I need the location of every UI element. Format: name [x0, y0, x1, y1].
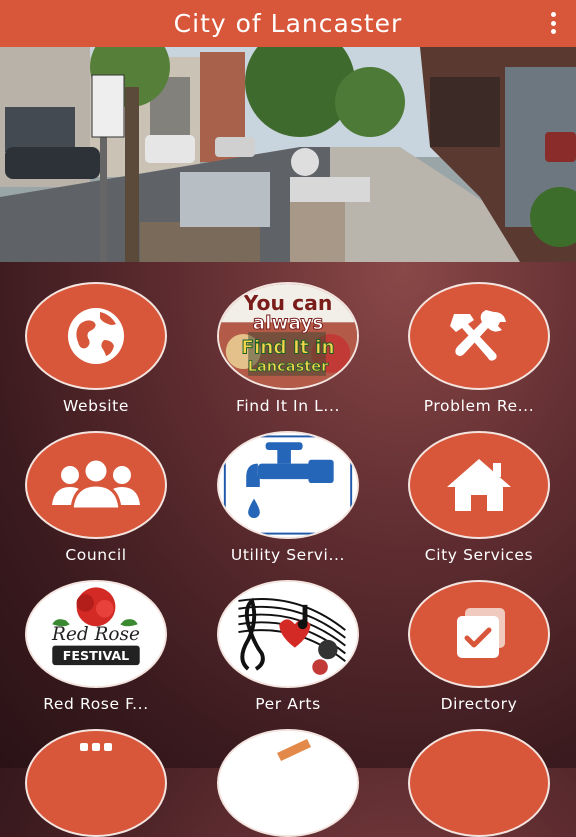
directory-icon	[408, 580, 550, 688]
group-icon	[25, 431, 167, 539]
banner-photo	[0, 47, 576, 262]
tile-website[interactable]: Website	[1, 282, 191, 415]
svg-text:Lancaster: Lancaster	[248, 358, 329, 375]
tile-label: Directory	[440, 695, 518, 713]
partial-tile-icon	[408, 729, 550, 837]
tile-council[interactable]: Council	[1, 431, 191, 564]
tile-city-services[interactable]: City Services	[384, 431, 574, 564]
tile-label: Red Rose F...	[43, 695, 149, 713]
tile-label: Council	[65, 546, 127, 564]
overflow-menu-icon[interactable]	[548, 12, 558, 34]
tile-label: Website	[63, 397, 129, 415]
red-rose-festival-image: Red Rose FESTIVAL	[25, 580, 167, 688]
performing-arts-image	[217, 580, 359, 688]
svg-text:always: always	[253, 313, 324, 334]
app-header: City of Lancaster	[0, 0, 576, 47]
svg-text:Red Rose: Red Rose	[51, 624, 140, 645]
home-icon	[408, 431, 550, 539]
tile-label: Utility Servi...	[230, 546, 346, 564]
tile-directory[interactable]: Directory	[384, 580, 574, 713]
svg-text:Find It in: Find It in	[241, 337, 334, 358]
water-faucet-image	[217, 431, 359, 539]
tile-row4-1[interactable]	[1, 729, 191, 837]
globe-icon	[25, 282, 167, 390]
tile-per-arts[interactable]: Per Arts	[193, 580, 383, 713]
tile-problem-report[interactable]: Problem Re...	[384, 282, 574, 415]
partial-tile-icon	[25, 729, 167, 837]
tile-utility-services[interactable]: Utility Servi...	[193, 431, 383, 564]
tools-icon	[408, 282, 550, 390]
svg-text:FESTIVAL: FESTIVAL	[63, 648, 129, 663]
menu-grid: Website You can always Find It in Lancas…	[0, 262, 576, 837]
tile-find-it[interactable]: You can always Find It in Lancaster Find…	[193, 282, 383, 415]
find-it-in-lancaster-image: You can always Find It in Lancaster	[217, 282, 359, 390]
tile-label: Per Arts	[255, 695, 321, 713]
partial-tile-image	[217, 729, 359, 837]
tile-label: City Services	[424, 546, 534, 564]
tile-label: Find It In L...	[236, 397, 340, 415]
tile-row4-2[interactable]	[193, 729, 383, 837]
tile-red-rose-festival[interactable]: Red Rose FESTIVAL Red Rose F...	[1, 580, 191, 713]
tile-label: Problem Re...	[423, 397, 535, 415]
page-title: City of Lancaster	[173, 9, 403, 38]
svg-text:You can: You can	[243, 291, 333, 315]
tile-row4-3[interactable]	[384, 729, 574, 837]
